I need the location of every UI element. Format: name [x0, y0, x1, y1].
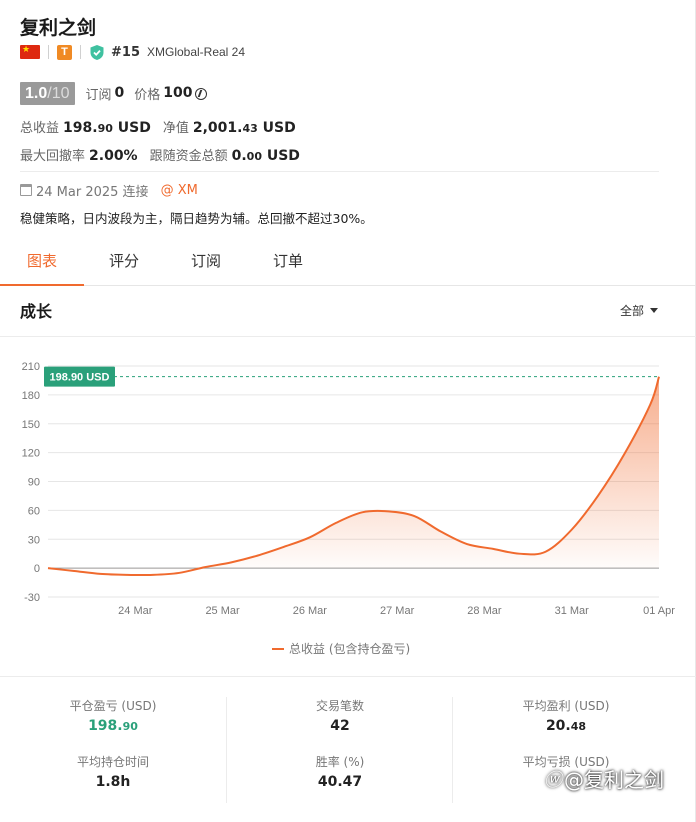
y-tick-label: 60 — [28, 505, 40, 517]
stats-column-2: 交易笔数 42 胜率 (%) 40.47 — [227, 697, 453, 794]
trader-rank: #15 — [111, 44, 140, 60]
range-dropdown[interactable]: 全部 — [620, 302, 658, 319]
watermark: ⓦ @复利之剑 — [544, 764, 664, 793]
legend-swatch — [272, 647, 284, 650]
y-tick-label: 0 — [34, 563, 40, 575]
total-profit-label: 总收益 — [20, 121, 60, 136]
avg-profit-value: 20.48 — [545, 718, 587, 734]
score-badge: 1.0 /10 — [20, 81, 75, 105]
trader-type-badge: T — [57, 44, 72, 60]
avg-profit-label: 平均盈利 (USD) — [522, 699, 610, 713]
growth-chart-panel: -30 0 30 60 90 120 150 180 210 24 Mar 25 Mar 26 Mar… — [0, 336, 696, 676]
trades-label: 交易笔数 — [315, 699, 364, 713]
account-server: XMGlobal-Real 24 — [146, 45, 246, 59]
series-area — [48, 376, 659, 576]
chart-legend[interactable]: 总收益 (包含持仓盈亏) — [272, 640, 410, 657]
max-drawdown-label: 最大回撤率 — [20, 149, 86, 164]
total-profit-value: 198.90 USD — [63, 120, 151, 136]
copy-funds-label: 跟随资金总额 — [149, 149, 228, 164]
drawdown-funds-row: 最大回撤率 2.00% 跟随资金总额 0.00 USD — [20, 145, 300, 165]
subscribe-label: 订阅 — [85, 87, 112, 103]
tab-chart[interactable]: 图表 — [0, 240, 84, 286]
max-drawdown-value: 2.00% — [89, 148, 138, 164]
price-value: 100 — [163, 85, 193, 101]
x-tick-label: 27 Mar — [380, 605, 415, 617]
win-rate-label: 胜率 (%) — [315, 755, 365, 769]
score-total: /10 — [47, 84, 70, 102]
stats-column-1: 平仓盈亏 (USD) 198.90 平均持仓时间 1.8h — [0, 697, 226, 794]
rating-row: 1.0 /10 订阅 0 价格 100 — [20, 81, 207, 105]
trader-meta-row: ★ T #15 XMGlobal-Real 24 — [20, 43, 245, 61]
price-label: 价格 — [134, 87, 161, 103]
tab-rating[interactable]: 评分 — [84, 240, 164, 286]
y-tick-label: 210 — [22, 361, 40, 373]
x-tick-label: 25 Mar — [205, 605, 240, 617]
calendar-icon — [20, 184, 32, 196]
tab-orders[interactable]: 订单 — [248, 240, 328, 286]
china-flag-icon: ★ — [20, 45, 40, 59]
x-tick-label: 31 Mar — [555, 605, 590, 617]
x-tick-label: 24 Mar — [118, 605, 153, 617]
win-rate-value: 40.47 — [317, 774, 363, 790]
y-tick-label: 180 — [22, 390, 40, 402]
equity-value: 2,001.43 USD — [192, 120, 296, 136]
subscribe-count: 0 — [114, 85, 125, 101]
x-tick-label: 28 Mar — [467, 605, 502, 617]
coin-icon — [194, 88, 207, 100]
y-tick-label: 150 — [22, 419, 40, 431]
x-tick-label: 26 Mar — [293, 605, 328, 617]
trader-profile-page: 复利之剑 ★ T #15 XMGlobal-Real 24 1.0 /10 订阅… — [0, 0, 696, 822]
equity-label: 净值 — [162, 121, 189, 136]
trader-name: 复利之剑 — [20, 17, 97, 39]
y-tick-label: 90 — [28, 477, 40, 489]
y-tick-label: 30 — [28, 534, 40, 546]
connection-row: 24 Mar 2025 连接 @ XM — [20, 181, 198, 200]
caret-down-icon — [650, 308, 658, 313]
x-tick-label: 01 Apr — [643, 605, 675, 617]
weibo-logo-icon: ⓦ — [544, 769, 562, 791]
avg-hold-value: 1.8h — [95, 774, 131, 790]
closed-pnl-value: 198.90 — [88, 718, 138, 734]
broker-link[interactable]: @ XM — [161, 183, 198, 198]
avg-hold-label: 平均持仓时间 — [76, 755, 149, 769]
connection-date: 24 Mar 2025 连接 — [36, 184, 149, 200]
watermark-text: @复利之剑 — [564, 768, 664, 792]
score-value: 1.0 — [25, 84, 48, 102]
growth-title: 成长 — [20, 302, 53, 321]
current-value-label: 198.90 USD — [50, 372, 110, 384]
strategy-description: 稳健策略，日内波段为主，隔日趋势为辅。总回撤不超过30%。 — [20, 211, 373, 226]
profit-equity-row: 总收益 198.90 USD 净值 2,001.43 USD — [20, 117, 296, 137]
tab-bar: 图表 评分 订阅 订单 — [0, 240, 696, 286]
copy-funds-value: 0.00 USD — [231, 148, 300, 164]
legend-label: 总收益 (包含持仓盈亏) — [289, 642, 411, 656]
growth-chart: -30 0 30 60 90 120 150 180 210 24 Mar 25 Mar 26 Mar… — [22, 361, 676, 617]
y-tick-label: 120 — [22, 448, 40, 460]
trades-value: 42 — [330, 718, 350, 734]
stats-panel: 平仓盈亏 (USD) 198.90 平均持仓时间 1.8h 交易笔数 42 胜率… — [0, 676, 696, 822]
divider — [20, 171, 659, 172]
tab-subscribe[interactable]: 订阅 — [164, 240, 248, 286]
verified-shield-icon — [90, 44, 104, 60]
y-tick-label: -30 — [24, 592, 40, 604]
closed-pnl-label: 平仓盈亏 (USD) — [69, 699, 157, 713]
range-dropdown-label: 全部 — [619, 304, 644, 318]
